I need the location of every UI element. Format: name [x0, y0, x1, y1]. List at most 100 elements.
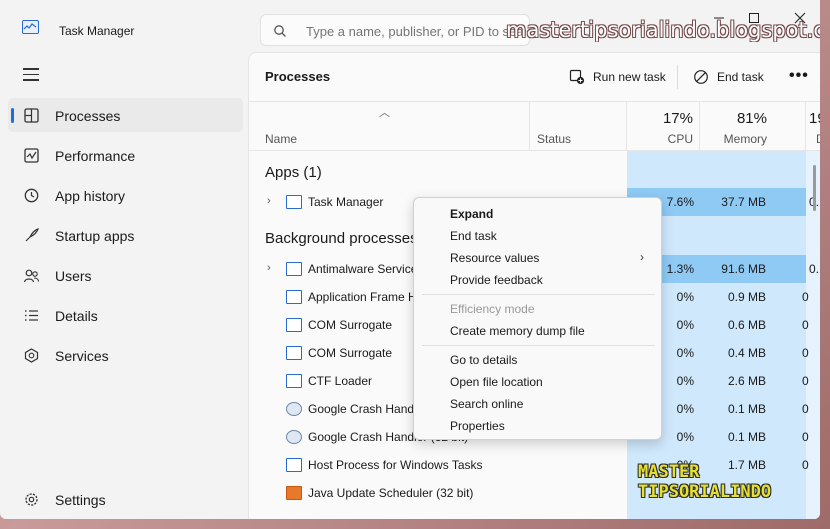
disk-cell: 0 — [802, 430, 809, 444]
search-box[interactable] — [260, 14, 530, 46]
chevron-right-icon[interactable]: › — [267, 195, 271, 207]
context-menu: Expand End task Resource values › Provid… — [413, 197, 662, 440]
disk-cell: 0 — [802, 290, 809, 304]
memory-cell: 0.4 MB — [727, 346, 766, 360]
column-header-memory[interactable]: Memory — [700, 132, 767, 146]
details-icon — [25, 310, 38, 321]
group-header-background: Background processes — [265, 230, 418, 247]
end-task-icon — [694, 70, 708, 84]
users-icon — [23, 269, 40, 283]
sidebar-item-processes[interactable]: Processes — [8, 98, 243, 132]
java-icon — [286, 486, 302, 500]
memory-cell: 91.6 MB — [700, 255, 806, 283]
sidebar-item-app-history[interactable]: App history — [8, 178, 243, 212]
sort-caret-icon: ︿ — [379, 107, 390, 119]
memory-cell: 0.9 MB — [727, 290, 766, 304]
process-icon — [286, 262, 302, 276]
performance-icon — [24, 148, 39, 163]
vertical-scrollbar[interactable] — [813, 165, 816, 211]
search-icon — [274, 25, 286, 37]
disk-cell: 0 — [802, 402, 809, 416]
toolbar-divider — [677, 65, 678, 89]
process-name: Google Crash Handler — [308, 402, 428, 416]
run-task-icon — [569, 69, 585, 85]
sidebar-item-label: Processes — [55, 108, 121, 124]
cpu-percent: 17% — [662, 110, 693, 127]
header-divider — [249, 101, 820, 102]
disk-cell: 0 — [802, 374, 809, 388]
task-manager-app-icon — [22, 20, 39, 34]
process-icon — [286, 346, 302, 360]
search-input[interactable] — [306, 21, 526, 41]
process-name: COM Surrogate — [308, 318, 393, 332]
sidebar-item-startup-apps[interactable]: Startup apps — [8, 218, 243, 252]
end-task-label: End task — [717, 70, 764, 84]
sidebar-item-label: Users — [55, 268, 92, 284]
process-icon — [286, 374, 302, 388]
sidebar-item-settings[interactable]: Settings — [8, 482, 243, 516]
process-name: Task Manager — [308, 195, 384, 209]
google-update-icon — [286, 402, 302, 416]
sidebar-item-label: Performance — [55, 148, 136, 164]
process-name: Java Update Scheduler (32 bit) — [308, 486, 474, 500]
more-options-button[interactable]: ••• — [789, 67, 809, 85]
menu-separator — [422, 294, 655, 295]
google-update-icon — [286, 430, 302, 444]
column-header-cpu[interactable]: CPU — [627, 132, 693, 146]
column-separator — [805, 102, 806, 150]
memory-cell: 0.1 MB — [727, 430, 766, 444]
run-new-task-button[interactable]: Run new task — [569, 67, 666, 87]
menu-item-resource-values[interactable]: Resource values — [450, 251, 539, 265]
startup-icon — [25, 228, 39, 242]
menu-item-open-file-location[interactable]: Open file location — [450, 375, 543, 389]
sidebar-item-users[interactable]: Users — [8, 258, 243, 292]
menu-item-properties[interactable]: Properties — [450, 419, 505, 433]
disk-cell: 0 — [802, 458, 809, 472]
process-name: COM Surrogate — [308, 346, 393, 360]
memory-cell: 0.1 MB — [727, 402, 766, 416]
menu-item-provide-feedback[interactable]: Provide feedback — [450, 273, 543, 287]
end-task-button[interactable]: End task — [693, 67, 764, 87]
hamburger-menu-icon[interactable] — [23, 68, 39, 81]
menu-item-expand[interactable]: Expand — [450, 207, 493, 221]
processes-icon — [24, 108, 39, 123]
process-icon — [286, 318, 302, 332]
disk-percent: 19 — [809, 110, 820, 127]
task-manager-icon — [286, 195, 302, 209]
app-title: Task Manager — [59, 24, 135, 38]
sidebar-item-services[interactable]: Services — [8, 338, 243, 372]
column-separator — [529, 102, 530, 150]
disk-cell: 0 — [802, 318, 809, 332]
menu-item-create-dump[interactable]: Create memory dump file — [450, 324, 585, 338]
memory-cell: 37.7 MB — [700, 188, 806, 216]
header-bottom-divider — [249, 150, 820, 151]
menu-separator — [422, 345, 655, 346]
sidebar-item-label: Details — [55, 308, 98, 324]
sidebar-item-label: App history — [55, 188, 126, 204]
chevron-right-icon[interactable]: › — [267, 262, 271, 274]
menu-item-go-to-details[interactable]: Go to details — [450, 353, 517, 367]
task-manager-window: Task Manager Processes Performance App h… — [0, 0, 820, 519]
disk-cell: 0 — [802, 346, 809, 360]
column-header-status[interactable]: Status — [537, 132, 571, 146]
run-new-task-label: Run new task — [593, 70, 666, 84]
process-icon — [286, 458, 302, 472]
sidebar-item-performance[interactable]: Performance — [8, 138, 243, 172]
menu-item-end-task[interactable]: End task — [450, 229, 497, 243]
sidebar-item-details[interactable]: Details — [8, 298, 243, 332]
menu-item-search-online[interactable]: Search online — [450, 397, 523, 411]
process-name: Host Process for Windows Tasks — [308, 458, 483, 472]
column-header-disk[interactable]: D — [816, 132, 820, 146]
gear-icon — [25, 493, 38, 506]
chevron-right-icon: › — [640, 250, 644, 264]
sidebar-item-label: Settings — [55, 492, 106, 508]
logo-watermark-line2: TIPSORIALINDO — [638, 482, 772, 502]
memory-cell: 2.6 MB — [727, 374, 766, 388]
sidebar-item-label: Services — [55, 348, 109, 364]
page-title: Processes — [265, 69, 331, 84]
process-name: CTF Loader — [308, 374, 373, 388]
services-icon — [24, 348, 39, 363]
logo-watermark: MASTER TIPSORIALINDO — [638, 462, 771, 502]
logo-watermark-line1: MASTER — [638, 462, 700, 482]
column-header-name[interactable]: Name — [265, 132, 297, 146]
